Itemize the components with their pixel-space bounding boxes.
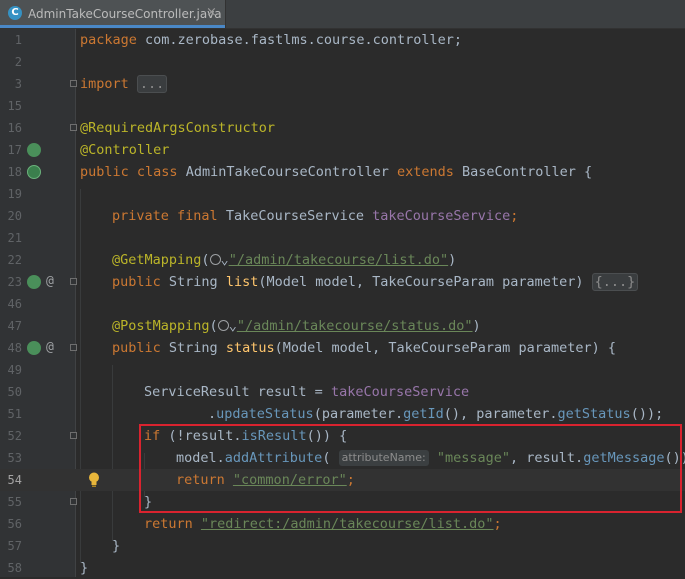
code-text: @RequiredArgsConstructor <box>80 120 276 136</box>
tab-label: AdminTakeCourseController.java <box>28 7 222 21</box>
code-line: 47 @PostMapping(⌄"/admin/takecourse/stat… <box>0 315 685 337</box>
code-text: package com.zerobase.fastlms.course.cont… <box>80 32 463 48</box>
code-line: 56 return "redirect:/admin/takecourse/li… <box>0 513 685 535</box>
line-number: 23 <box>7 275 22 289</box>
fold-toggle-icon[interactable] <box>70 278 77 285</box>
line-number: 57 <box>7 539 22 553</box>
code-line: 22 @GetMapping(⌄"/admin/takecourse/list.… <box>0 249 685 271</box>
fold-toggle-icon[interactable] <box>70 498 77 505</box>
code-line: 3 import ... <box>0 73 685 95</box>
active-tab-indicator <box>0 25 225 28</box>
code-text: @GetMapping(⌄"/admin/takecourse/list.do"… <box>112 252 457 268</box>
line-number: 20 <box>7 209 22 223</box>
fold-toggle-icon[interactable] <box>70 124 77 131</box>
code-text: public String list(Model model, TakeCour… <box>112 271 639 293</box>
folded-imports[interactable]: ... <box>136 75 168 93</box>
globe-icon[interactable] <box>209 254 221 265</box>
code-line: 58 } <box>0 557 685 579</box>
line-number: 16 <box>7 121 22 135</box>
globe-icon[interactable] <box>217 320 229 331</box>
line-number: 19 <box>7 187 22 201</box>
code-line: 50 ServiceResult result = takeCourseServ… <box>0 381 685 403</box>
code-text: import ... <box>80 73 168 95</box>
spring-bean-icon[interactable] <box>27 165 41 179</box>
line-number: 46 <box>7 297 22 311</box>
fold-toggle-icon[interactable] <box>70 432 77 439</box>
fold-toggle-icon[interactable] <box>70 80 77 87</box>
code-line: 21 <box>0 227 685 249</box>
red-highlight-box <box>139 424 682 513</box>
code-text: @PostMapping(⌄"/admin/takecourse/status.… <box>112 318 481 334</box>
code-text: public String status(Model model, TakeCo… <box>112 340 616 356</box>
fold-toggle-icon[interactable] <box>70 344 77 351</box>
code-text: return "redirect:/admin/takecourse/list.… <box>144 516 502 532</box>
line-number: 48 <box>7 341 22 355</box>
folded-method-body[interactable]: {...} <box>591 273 639 291</box>
line-number: 52 <box>7 429 22 443</box>
line-number: 15 <box>7 99 22 113</box>
endpoint-icon[interactable] <box>27 275 41 289</box>
line-number: 58 <box>7 561 22 575</box>
code-line: 51 .updateStatus(parameter.getId(), para… <box>0 403 685 425</box>
code-line: 16 @RequiredArgsConstructor <box>0 117 685 139</box>
line-number: 49 <box>7 363 22 377</box>
code-line: 20 private final TakeCourseService takeC… <box>0 205 685 227</box>
code-line: 1 package com.zerobase.fastlms.course.co… <box>0 29 685 51</box>
code-line: 2 <box>0 51 685 73</box>
code-text: public class AdminTakeCourseController e… <box>80 164 593 180</box>
code-line: 23 @ public String list(Model model, Tak… <box>0 271 685 293</box>
code-line: 48 @ public String status(Model model, T… <box>0 337 685 359</box>
at-icon[interactable]: @ <box>46 337 54 359</box>
code-text: } <box>80 560 89 576</box>
code-line: 18 public class AdminTakeCourseControlle… <box>0 161 685 183</box>
line-number: 22 <box>7 253 22 267</box>
code-text: } <box>112 538 121 554</box>
code-text: .updateStatus(parameter.getId(), paramet… <box>208 406 664 422</box>
code-line: 49 <box>0 359 685 381</box>
code-line: 19 <box>0 183 685 205</box>
line-number: 50 <box>7 385 22 399</box>
line-number: 21 <box>7 231 22 245</box>
spring-bean-icon[interactable] <box>27 143 41 157</box>
code-line: 57 } <box>0 535 685 557</box>
code-text: private final TakeCourseService takeCour… <box>112 208 519 224</box>
code-line: 46 <box>0 293 685 315</box>
code-line: 17 @Controller <box>0 139 685 161</box>
line-number: 55 <box>7 495 22 509</box>
code-text: ServiceResult result = takeCourseService <box>144 384 470 400</box>
chevron-down-icon[interactable]: ⌄ <box>229 318 237 334</box>
line-number: 51 <box>7 407 22 421</box>
editor-tab-bar: C AdminTakeCourseController.java × <box>0 0 685 29</box>
code-line: 15 <box>0 95 685 117</box>
at-icon[interactable]: @ <box>46 271 54 293</box>
chevron-down-icon[interactable]: ⌄ <box>221 252 229 268</box>
line-number: 18 <box>7 165 22 179</box>
java-class-icon: C <box>8 6 22 20</box>
line-number: 56 <box>7 517 22 531</box>
line-number: 53 <box>7 451 22 465</box>
tab-admin-take-course-controller[interactable]: C AdminTakeCourseController.java × <box>0 0 226 28</box>
line-number: 1 <box>14 33 22 47</box>
code-text: @Controller <box>80 142 170 158</box>
line-number: 47 <box>7 319 22 333</box>
line-number: 54 <box>7 473 22 487</box>
lightbulb-icon[interactable] <box>88 472 100 487</box>
close-icon[interactable]: × <box>206 6 217 20</box>
line-number: 3 <box>14 77 22 91</box>
endpoint-icon[interactable] <box>27 341 41 355</box>
line-number: 2 <box>14 55 22 69</box>
line-number: 17 <box>7 143 22 157</box>
